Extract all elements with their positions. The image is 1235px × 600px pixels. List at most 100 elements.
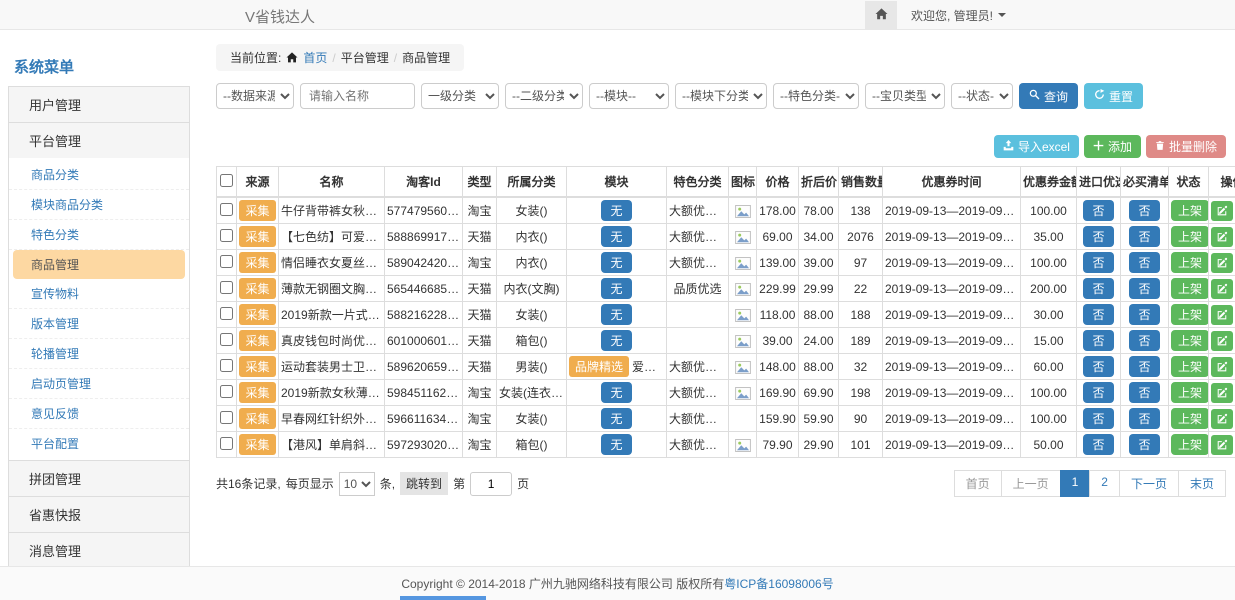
row-checkbox[interactable] xyxy=(220,281,233,294)
row-checkbox[interactable] xyxy=(220,411,233,424)
pager-page-1[interactable]: 1 xyxy=(1060,470,1091,497)
taoke-id: 596611634525 xyxy=(385,406,463,432)
sidebar-group-0[interactable]: 用户管理 xyxy=(8,86,190,123)
table-row: 采集【七色纺】可爱纯棉家...588869917501天猫内衣()无大额优惠券6… xyxy=(217,224,1235,250)
edit-button[interactable] xyxy=(1211,201,1233,221)
filter-level2-category[interactable]: --二级分类-- xyxy=(505,83,583,109)
must-buy-toggle[interactable]: 否 xyxy=(1129,434,1159,455)
edit-button[interactable] xyxy=(1211,253,1233,273)
edit-button[interactable] xyxy=(1211,331,1233,351)
row-checkbox[interactable] xyxy=(220,229,233,242)
import-select-toggle[interactable]: 否 xyxy=(1083,304,1113,325)
must-buy-toggle[interactable]: 否 xyxy=(1129,200,1159,221)
edit-button[interactable] xyxy=(1211,409,1233,429)
status-on-shelf-button[interactable]: 上架 xyxy=(1171,304,1209,325)
row-checkbox[interactable] xyxy=(220,307,233,320)
sidebar-group-2[interactable]: 拼团管理 xyxy=(8,460,190,497)
icp-link[interactable]: 粤ICP备16098006号 xyxy=(724,575,833,592)
row-checkbox[interactable] xyxy=(220,203,233,216)
import-excel-button[interactable]: 导入excel xyxy=(994,135,1079,158)
pager-next[interactable]: 下一页 xyxy=(1119,470,1179,497)
edit-button[interactable] xyxy=(1211,357,1233,377)
import-select-toggle[interactable]: 否 xyxy=(1083,434,1113,455)
sidebar-group-4[interactable]: 消息管理 xyxy=(8,532,190,569)
status-on-shelf-button[interactable]: 上架 xyxy=(1171,226,1209,247)
edit-button[interactable] xyxy=(1211,227,1233,247)
sidebar-item-1-5[interactable]: 版本管理 xyxy=(9,309,189,339)
must-buy-toggle[interactable]: 否 xyxy=(1129,356,1159,377)
filter-item-type[interactable]: --宝贝类型-- xyxy=(865,83,945,109)
batch-delete-button[interactable]: 批量删除 xyxy=(1146,135,1226,158)
must-buy-toggle[interactable]: 否 xyxy=(1129,304,1159,325)
row-checkbox[interactable] xyxy=(220,255,233,268)
pager-prev[interactable]: 上一页 xyxy=(1001,470,1061,497)
edit-button[interactable] xyxy=(1211,383,1233,403)
status-on-shelf-button[interactable]: 上架 xyxy=(1171,330,1209,351)
row-checkbox[interactable] xyxy=(220,359,233,372)
must-buy-toggle[interactable]: 否 xyxy=(1129,330,1159,351)
row-checkbox[interactable] xyxy=(220,333,233,346)
edit-button[interactable] xyxy=(1211,435,1233,455)
user-menu[interactable]: 欢迎您, 管理员! xyxy=(911,7,1006,24)
import-select-cell: 否 xyxy=(1077,197,1121,224)
status-on-shelf-button[interactable]: 上架 xyxy=(1171,434,1209,455)
must-buy-toggle[interactable]: 否 xyxy=(1129,252,1159,273)
filter-module[interactable]: --模块-- xyxy=(589,83,669,109)
jump-button[interactable]: 跳转到 xyxy=(400,472,448,495)
row-checkbox[interactable] xyxy=(220,437,233,450)
must-buy-toggle[interactable]: 否 xyxy=(1129,226,1159,247)
select-all-checkbox[interactable] xyxy=(220,174,233,187)
sidebar-item-1-9[interactable]: 平台配置 xyxy=(9,429,189,458)
add-button[interactable]: 添加 xyxy=(1084,135,1141,158)
status-on-shelf-button[interactable]: 上架 xyxy=(1171,200,1209,221)
import-select-toggle[interactable]: 否 xyxy=(1083,330,1113,351)
edit-button[interactable] xyxy=(1211,305,1233,325)
sidebar-item-1-7[interactable]: 启动页管理 xyxy=(9,369,189,399)
must-buy-toggle[interactable]: 否 xyxy=(1129,382,1159,403)
import-select-toggle[interactable]: 否 xyxy=(1083,382,1113,403)
sidebar-item-1-4[interactable]: 宣传物料 xyxy=(9,279,189,309)
import-select-toggle[interactable]: 否 xyxy=(1083,356,1113,377)
sidebar-item-1-0[interactable]: 商品分类 xyxy=(9,160,189,190)
import-select-toggle[interactable]: 否 xyxy=(1083,278,1113,299)
column-header-4: 所属分类 xyxy=(497,167,567,198)
pager-page-2[interactable]: 2 xyxy=(1089,470,1120,497)
filter-name-input[interactable] xyxy=(300,83,415,109)
filter-status[interactable]: --状态-- xyxy=(951,83,1013,109)
breadcrumb-home-link[interactable]: 首页 xyxy=(303,49,327,66)
filter-data-source[interactable]: --数据来源-- xyxy=(216,83,294,109)
sidebar-item-1-3[interactable]: 商品管理 xyxy=(13,250,185,279)
filter-feature-category[interactable]: --特色分类-- xyxy=(773,83,859,109)
row-checkbox[interactable] xyxy=(220,385,233,398)
sidebar-item-1-2[interactable]: 特色分类 xyxy=(9,220,189,250)
sidebar-item-1-1[interactable]: 模块商品分类 xyxy=(9,190,189,220)
status-on-shelf-button[interactable]: 上架 xyxy=(1171,252,1209,273)
filter-module-subcategory[interactable]: --模块下分类-- xyxy=(675,83,767,109)
status-on-shelf-button[interactable]: 上架 xyxy=(1171,278,1209,299)
sidebar-item-1-8[interactable]: 意见反馈 xyxy=(9,399,189,429)
status-on-shelf-button[interactable]: 上架 xyxy=(1171,382,1209,403)
horizontal-scrollbar-thumb[interactable] xyxy=(400,596,486,600)
reset-button[interactable]: 重置 xyxy=(1084,83,1143,109)
status-on-shelf-button[interactable]: 上架 xyxy=(1171,356,1209,377)
source-badge: 采集 xyxy=(239,408,275,429)
import-select-toggle[interactable]: 否 xyxy=(1083,200,1113,221)
status-on-shelf-button[interactable]: 上架 xyxy=(1171,408,1209,429)
import-select-toggle[interactable]: 否 xyxy=(1083,252,1113,273)
pager-first[interactable]: 首页 xyxy=(954,470,1002,497)
sidebar-item-1-6[interactable]: 轮播管理 xyxy=(9,339,189,369)
edit-button[interactable] xyxy=(1211,279,1233,299)
home-button[interactable] xyxy=(865,1,897,30)
category-cell: 女装() xyxy=(497,406,567,432)
filter-level1-category[interactable]: 一级分类 xyxy=(421,83,499,109)
per-page-select[interactable]: 10 xyxy=(339,472,375,496)
import-select-toggle[interactable]: 否 xyxy=(1083,226,1113,247)
must-buy-toggle[interactable]: 否 xyxy=(1129,408,1159,429)
import-select-toggle[interactable]: 否 xyxy=(1083,408,1113,429)
search-button[interactable]: 查询 xyxy=(1019,83,1078,109)
sidebar-group-3[interactable]: 省惠快报 xyxy=(8,496,190,533)
sidebar-group-1[interactable]: 平台管理 xyxy=(8,122,190,159)
pager-last[interactable]: 末页 xyxy=(1178,470,1226,497)
page-number-input[interactable] xyxy=(470,472,512,496)
must-buy-toggle[interactable]: 否 xyxy=(1129,278,1159,299)
